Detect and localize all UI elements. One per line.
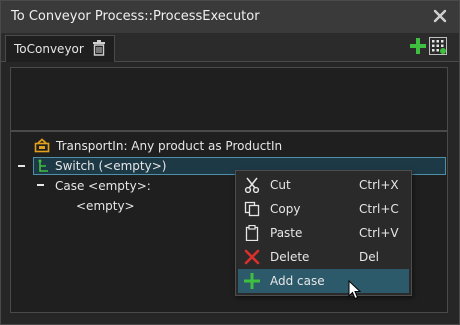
menu-item-label: Paste — [270, 226, 303, 240]
tree-item-label: TransportIn: Any product as ProductIn — [56, 139, 283, 153]
close-icon[interactable] — [433, 9, 447, 23]
title-bar[interactable]: To Conveyor Process::ProcessExecutor — [1, 1, 459, 33]
menu-item-shortcut: Ctrl+X — [359, 178, 399, 192]
collapse-case-icon[interactable] — [37, 184, 44, 186]
tree-item-transportin[interactable]: TransportIn: Any product as ProductIn — [34, 137, 334, 155]
menu-item-delete[interactable]: Delete Del — [238, 245, 409, 269]
menu-item-label: Delete — [270, 250, 310, 264]
tree-item-empty[interactable]: <empty> — [76, 197, 176, 215]
tree-item-label: Switch (<empty>) — [55, 159, 167, 173]
transport-in-icon — [34, 138, 50, 153]
tab-strip: ToConveyor — [1, 33, 459, 62]
tree-item-case[interactable]: Case <empty>: — [55, 177, 215, 195]
context-menu: Cut Ctrl+X Copy Ctrl+C Paste Ctrl+V Dele… — [235, 170, 412, 296]
grid-settings-icon[interactable] — [429, 37, 447, 55]
add-icon — [244, 273, 260, 289]
delete-icon — [244, 249, 260, 265]
window-title: To Conveyor Process::ProcessExecutor — [11, 9, 260, 24]
menu-item-add-case[interactable]: Add case — [238, 269, 409, 293]
designer-canvas[interactable] — [10, 67, 448, 131]
menu-item-shortcut: Ctrl+V — [359, 226, 399, 240]
paste-icon — [245, 225, 259, 241]
tree-item-switch-content: Switch (<empty>) — [36, 157, 236, 175]
menu-item-copy[interactable]: Copy Ctrl+C — [238, 197, 409, 221]
menu-item-label: Add case — [270, 274, 325, 288]
add-icon[interactable] — [410, 38, 426, 54]
copy-icon — [244, 201, 260, 217]
tree-item-label: <empty> — [76, 199, 135, 213]
menu-item-label: Copy — [270, 202, 301, 216]
menu-item-shortcut: Ctrl+C — [359, 202, 399, 216]
tab-label: ToConveyor — [14, 42, 84, 56]
collapse-switch-icon[interactable] — [18, 165, 25, 167]
mouse-cursor-icon — [348, 280, 362, 300]
switch-icon — [38, 159, 48, 172]
tab-toconveyor[interactable]: ToConveyor — [5, 35, 115, 62]
menu-item-shortcut: Del — [359, 250, 379, 264]
scissors-icon — [244, 177, 260, 193]
tree-item-label: Case <empty>: — [55, 179, 151, 193]
menu-item-paste[interactable]: Paste Ctrl+V — [238, 221, 409, 245]
trash-icon[interactable] — [92, 40, 106, 56]
menu-item-cut[interactable]: Cut Ctrl+X — [238, 173, 409, 197]
menu-item-label: Cut — [270, 178, 291, 192]
